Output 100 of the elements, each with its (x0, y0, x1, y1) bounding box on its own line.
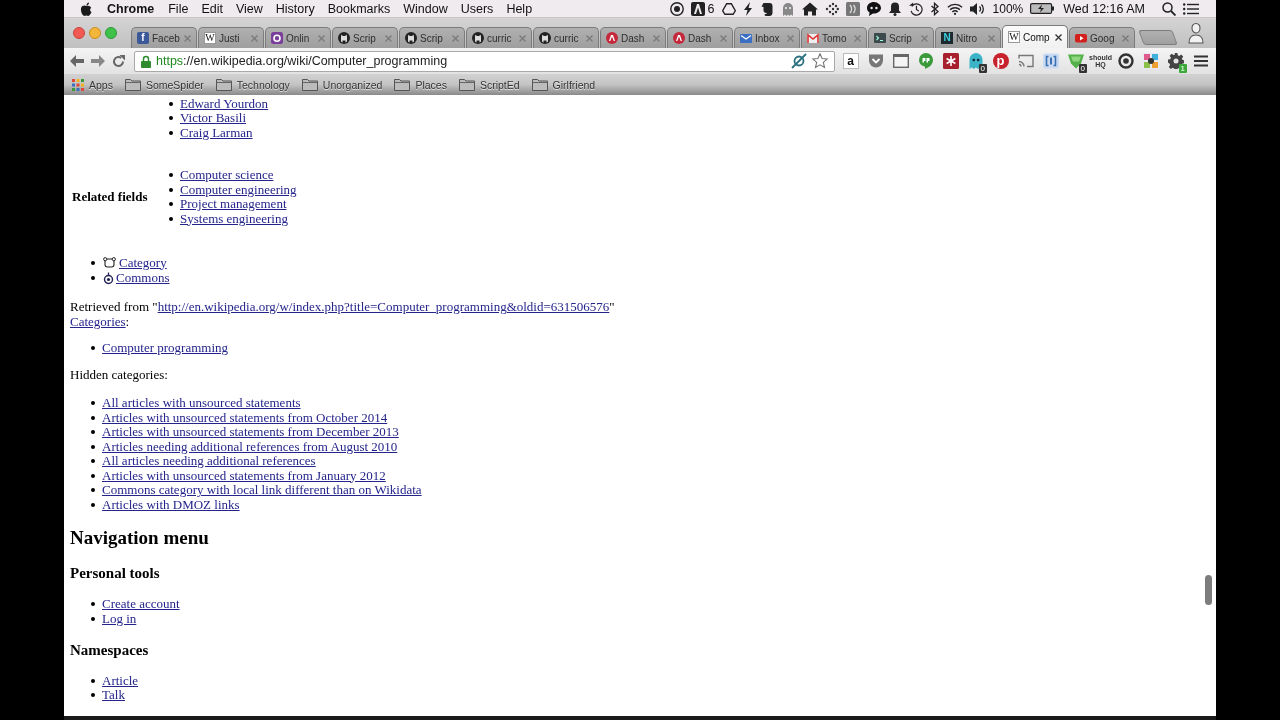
browser-tab[interactable]: Inbox (734, 27, 800, 48)
new-tab-button[interactable] (1138, 30, 1178, 45)
revision-link[interactable]: http://en.wikipedia.org/w/index.php?title=Computer_programming&oldid=631506576 (157, 299, 610, 314)
close-icon[interactable] (1055, 33, 1062, 41)
nav-link[interactable]: Talk (102, 688, 125, 703)
bookmark-item[interactable]: ScriptEd (458, 78, 520, 91)
hidden-category-link[interactable]: All articles needing additional references (102, 454, 316, 469)
browser-tab[interactable]: Scrip (399, 27, 465, 48)
ring-icon[interactable] (1117, 53, 1134, 69)
menu-item[interactable]: File (168, 1, 189, 16)
bookmark-item[interactable]: Girlfriend (531, 78, 596, 91)
browser-tab[interactable]: curric (533, 27, 599, 48)
brackets-icon[interactable] (1042, 53, 1059, 69)
hidden-category-link[interactable]: Commons category with local link different than on Wikidata (102, 483, 422, 498)
house-icon[interactable] (801, 1, 818, 16)
nav-link[interactable]: Article (102, 673, 139, 688)
browser-tab[interactable]: Onlin (265, 27, 331, 48)
bell-icon[interactable] (887, 1, 902, 16)
browser-tab[interactable]: Scrip (868, 27, 934, 48)
hidden-category-link[interactable]: Articles needing additional references from August 2010 (102, 439, 398, 454)
menu-item[interactable]: View (235, 1, 263, 16)
chat-bubble-icon[interactable] (866, 1, 881, 16)
browser-tab[interactable]: Dash (667, 27, 733, 48)
crossed-circle-icon[interactable] (791, 53, 807, 69)
bookmark-item[interactable]: Unorganized (301, 78, 383, 91)
nav-link[interactable]: Create account (102, 597, 180, 612)
nav-link[interactable]: Log in (102, 611, 137, 626)
address-field[interactable]: https://en.wikipedia.org/wiki/Computer_programming (134, 50, 835, 72)
category-link[interactable]: Category (119, 255, 167, 270)
cast-icon[interactable] (1017, 53, 1034, 69)
browser-tab[interactable]: Goog (1069, 27, 1135, 48)
forward-icon[interactable] (91, 55, 105, 67)
back-icon[interactable] (70, 55, 84, 67)
commons-link[interactable]: Commons (116, 271, 170, 286)
bookmark-item[interactable]: Places (394, 78, 447, 91)
triangle-logo-icon[interactable] (690, 1, 705, 16)
ghost-icon[interactable] (967, 53, 984, 69)
battery-icon[interactable] (1030, 3, 1055, 14)
browser-tab[interactable]: Scrip (332, 27, 398, 48)
reload-icon[interactable] (112, 54, 125, 68)
browser-tab[interactable]: W Justi (198, 27, 264, 48)
hidden-category-link[interactable]: Articles with unsourced statements from December 2013 (102, 425, 399, 440)
browser-tab[interactable]: Tomo (801, 27, 867, 48)
menu-item[interactable]: Help (506, 1, 533, 16)
history-clock-icon[interactable] (908, 1, 923, 16)
menu-item[interactable]: Window (403, 1, 448, 16)
list-icon[interactable] (1183, 1, 1199, 16)
bluetooth-icon[interactable] (929, 1, 940, 16)
related-field-link[interactable]: Systems engineering (180, 211, 288, 226)
menu-item[interactable]: Bookmarks (327, 1, 391, 16)
profile-icon[interactable] (1188, 22, 1204, 44)
menu-item[interactable]: Edit (201, 1, 223, 16)
menu-clock[interactable]: Wed 12:16 AM (1063, 1, 1145, 16)
menu-item[interactable]: History (275, 1, 315, 16)
dot-grid-icon[interactable] (824, 1, 839, 16)
blob-icon[interactable] (759, 1, 774, 16)
asterisk-icon[interactable] (942, 53, 959, 69)
hidden-category-link[interactable]: All articles with unsourced statements (102, 396, 301, 411)
chevron-shield-icon[interactable] (867, 53, 884, 69)
menu-item[interactable]: Chrome (107, 1, 155, 16)
star-icon[interactable] (812, 53, 828, 69)
person-link[interactable]: Victor Basili (180, 111, 246, 126)
scrollbar-thumb[interactable] (1205, 575, 1212, 605)
bullet-icon (91, 430, 95, 435)
window-frame-icon[interactable] (892, 53, 909, 69)
bookmark-item[interactable]: Apps (72, 78, 113, 91)
categories-link[interactable]: Categories (70, 313, 126, 329)
letter-logo-icon[interactable]: p (992, 53, 1009, 69)
square-icon[interactable] (845, 1, 860, 16)
person-link[interactable]: Edward Yourdon (180, 96, 269, 111)
apple-icon[interactable] (80, 1, 92, 16)
letter-logo-icon[interactable]: a (842, 53, 859, 69)
browser-tab[interactable]: N Nitro (935, 27, 1001, 48)
hidden-category-link[interactable]: Articles with unsourced statements from January 2012 (102, 468, 386, 483)
browser-tab[interactable]: Dash (600, 27, 666, 48)
volume-icon[interactable] (969, 1, 986, 16)
shield-icon[interactable] (1067, 53, 1084, 69)
record-icon[interactable] (669, 1, 684, 16)
bolt-icon[interactable] (742, 1, 753, 16)
hidden-category-link[interactable]: Articles with DMOZ links (102, 497, 240, 512)
person-link[interactable]: Craig Larman (180, 125, 253, 140)
bookmark-item[interactable]: Technology (215, 78, 290, 91)
picture-icon[interactable] (1142, 53, 1159, 69)
speech-bubble-icon[interactable] (917, 53, 934, 69)
window-close-button[interactable] (73, 27, 85, 39)
browser-tab[interactable]: curric (466, 27, 532, 48)
wifi-icon[interactable] (946, 1, 963, 16)
settings-icon[interactable] (1167, 53, 1184, 69)
article-topic-link[interactable]: Computer programming (102, 341, 228, 356)
related-field-link[interactable]: Computer science (180, 168, 274, 183)
related-field-link[interactable]: Project management (180, 197, 287, 212)
triangle-outline-icon[interactable] (721, 1, 736, 16)
menu-item[interactable]: Users (460, 1, 494, 16)
bookmark-item[interactable]: SomeSpider (124, 78, 204, 91)
browser-tab[interactable]: W Comp (1002, 25, 1068, 48)
search-icon[interactable] (1162, 1, 1176, 16)
menu-icon[interactable] (1194, 55, 1208, 67)
hidden-category-link[interactable]: Articles with unsourced statements from October 2014 (102, 410, 388, 425)
browser-tab[interactable]: f Faceb (131, 27, 197, 48)
related-field-link[interactable]: Computer engineering (180, 182, 297, 197)
